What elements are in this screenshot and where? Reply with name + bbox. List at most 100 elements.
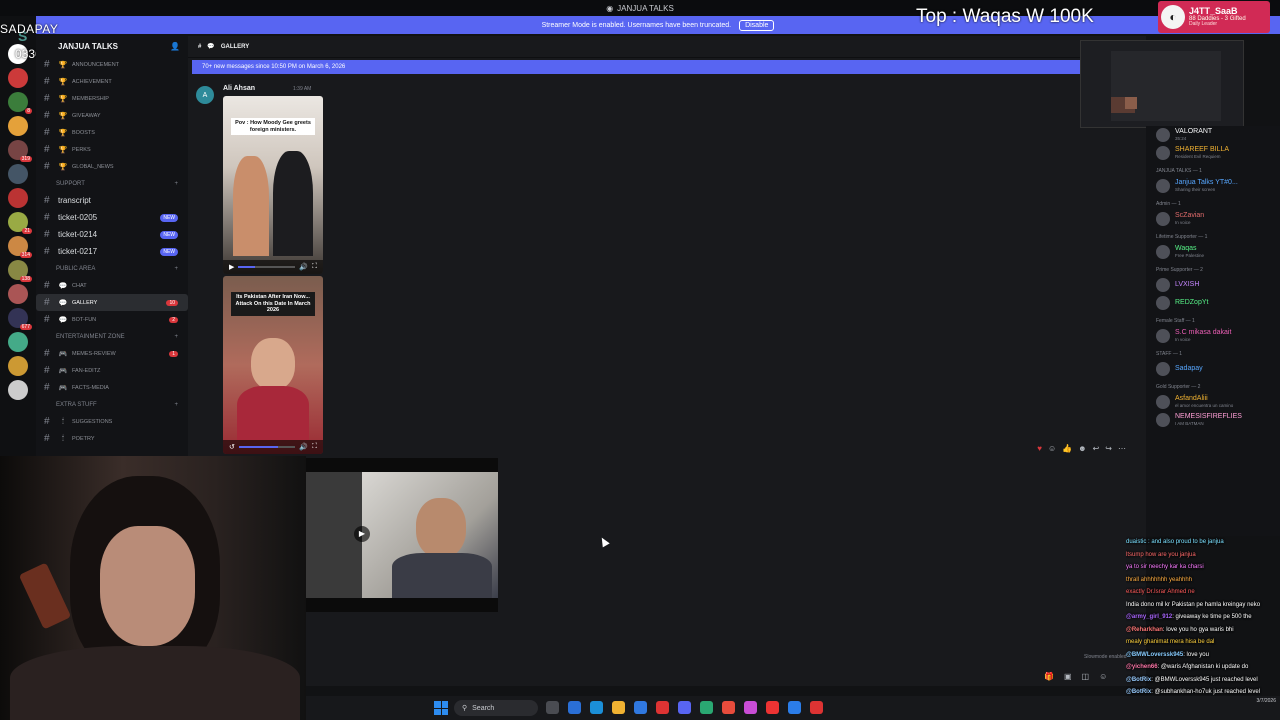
- channel-item[interactable]: # transcript: [36, 192, 188, 209]
- chrome-icon[interactable]: [766, 701, 779, 714]
- forward-icon[interactable]: ↪: [1105, 444, 1112, 453]
- discord-icon[interactable]: [678, 701, 691, 714]
- channel-item[interactable]: # 🎮 MEMES-REVIEW 1: [36, 345, 188, 362]
- member-item[interactable]: VALORANT 35:24: [1146, 126, 1280, 144]
- sticker-icon[interactable]: ◫: [1082, 672, 1090, 681]
- thumbs-up-icon[interactable]: 👍: [1062, 444, 1072, 453]
- app-icon[interactable]: [722, 701, 735, 714]
- channel-item[interactable]: # 🕯 SUGGESTIONS: [36, 413, 188, 430]
- member-item[interactable]: REDZopYt: [1146, 294, 1280, 312]
- screen-share-preview[interactable]: [1080, 40, 1244, 128]
- heart-reaction-icon[interactable]: ♥: [1037, 444, 1042, 453]
- add-channel-icon[interactable]: +: [174, 181, 178, 187]
- channel-category[interactable]: ENTERTAINMENT ZONE +: [36, 328, 188, 345]
- app-icon[interactable]: [744, 701, 757, 714]
- emoji-icon[interactable]: ☺: [1099, 672, 1107, 681]
- more-icon[interactable]: ⋯: [1118, 444, 1126, 453]
- member-item[interactable]: ScZavian In voice: [1146, 210, 1280, 228]
- channel-item[interactable]: # 🕯 POETRY: [36, 430, 188, 447]
- video-attachment[interactable]: Its Pakistan After Iran Now... Attack On…: [223, 276, 323, 454]
- new-messages-bar[interactable]: 70+ new messages since 10:50 PM on March…: [192, 60, 1082, 74]
- taskbar-search[interactable]: ⚲ Search: [454, 700, 538, 716]
- app-icon[interactable]: [700, 701, 713, 714]
- reply-icon[interactable]: ↩: [1093, 444, 1100, 453]
- member-item[interactable]: Sadapay: [1146, 360, 1280, 378]
- edge-icon[interactable]: [590, 701, 603, 714]
- channel-item[interactable]: # ticket-0217 NEW: [36, 243, 188, 260]
- video-progress[interactable]: [238, 266, 296, 268]
- disable-streamer-mode-button[interactable]: Disable: [739, 19, 775, 31]
- member-item[interactable]: S.C mikasa dakait In voice: [1146, 327, 1280, 345]
- app-icon[interactable]: [788, 701, 801, 714]
- channel-item[interactable]: # 🏆 BOOSTS: [36, 124, 188, 141]
- play-icon[interactable]: ▶: [229, 263, 234, 271]
- server-icon[interactable]: [8, 116, 28, 136]
- video-attachment[interactable]: ▶: [306, 458, 498, 612]
- server-icon[interactable]: 314: [8, 236, 32, 258]
- channel-item[interactable]: # 🎮 FACTS-MEDIA: [36, 379, 188, 396]
- video-progress[interactable]: [238, 446, 296, 448]
- channel-item[interactable]: # ticket-0214 NEW: [36, 226, 188, 243]
- video-attachment[interactable]: Pov : How Moody Gee greets foreign minis…: [223, 96, 323, 274]
- member-item[interactable]: Janjua Talks YT#0... Sharing their screen: [1146, 177, 1280, 195]
- message-author[interactable]: Ali Ahsan: [223, 85, 255, 92]
- channel-item[interactable]: # 🏆 MEMBERSHIP: [36, 90, 188, 107]
- video-controls[interactable]: ↺ 🔊 ⛶: [223, 440, 323, 454]
- server-icon[interactable]: [8, 284, 28, 304]
- server-icon[interactable]: 677: [8, 308, 32, 330]
- member-item[interactable]: LVXISH: [1146, 276, 1280, 294]
- add-member-icon[interactable]: 👤: [170, 42, 180, 51]
- server-icon[interactable]: [8, 380, 28, 400]
- app-icon[interactable]: [568, 701, 581, 714]
- app-icon[interactable]: [634, 701, 647, 714]
- app-icon[interactable]: [656, 701, 669, 714]
- app-icon[interactable]: [810, 701, 823, 714]
- server-icon[interactable]: [8, 356, 28, 376]
- file-explorer-icon[interactable]: [612, 701, 625, 714]
- member-item[interactable]: NEMESISFIREFLIES I AM BATMAN: [1146, 411, 1280, 429]
- channel-category[interactable]: EXTRA STUFF +: [36, 396, 188, 413]
- system-tray-date[interactable]: 3/7/2026: [1257, 698, 1276, 704]
- emoji-icon[interactable]: ☻: [1078, 444, 1086, 453]
- task-view-icon[interactable]: [546, 701, 559, 714]
- channel-item[interactable]: # 🎮 FAN-EDITZ: [36, 362, 188, 379]
- server-icon[interactable]: [8, 332, 28, 352]
- add-channel-icon[interactable]: +: [174, 266, 178, 272]
- server-icon[interactable]: 8: [8, 92, 32, 114]
- channel-item[interactable]: # 🏆 ACHIEVEMENT: [36, 73, 188, 90]
- gif-icon[interactable]: ▣: [1064, 672, 1072, 681]
- play-icon[interactable]: ▶: [354, 526, 370, 542]
- channel-item[interactable]: # 🏆 GIVEAWAY: [36, 107, 188, 124]
- server-icon[interactable]: [8, 188, 28, 208]
- video-controls[interactable]: ▶ 🔊 ⛶: [223, 260, 323, 274]
- guild-header[interactable]: JANJUA TALKS 👤: [36, 36, 188, 56]
- server-icon[interactable]: 138: [8, 260, 32, 282]
- gift-icon[interactable]: 🎁: [1044, 672, 1054, 681]
- member-item[interactable]: AsfandAliii el amor encuentra un camino: [1146, 393, 1280, 411]
- fullscreen-icon[interactable]: ⛶: [312, 263, 317, 271]
- member-item[interactable]: Waqas Free Palestine: [1146, 243, 1280, 261]
- replay-icon[interactable]: ↺: [229, 443, 235, 451]
- windows-start-icon[interactable]: [434, 701, 448, 715]
- add-reaction-icon[interactable]: ☺: [1048, 444, 1056, 453]
- channel-category[interactable]: PUBLIC AREA +: [36, 260, 188, 277]
- add-channel-icon[interactable]: +: [174, 334, 178, 340]
- avatar[interactable]: A: [196, 86, 214, 104]
- fullscreen-icon[interactable]: ⛶: [312, 443, 317, 451]
- add-channel-icon[interactable]: +: [174, 402, 178, 408]
- channel-item[interactable]: # 💬 CHAT: [36, 277, 188, 294]
- channel-item[interactable]: # 🏆 ANNOUNCEMENT: [36, 56, 188, 73]
- channel-item[interactable]: # 💬 BOT-FUN 2: [36, 311, 188, 328]
- server-icon[interactable]: [8, 68, 28, 88]
- server-icon[interactable]: 319: [8, 140, 32, 162]
- server-icon[interactable]: [8, 164, 28, 184]
- channel-item[interactable]: # 💬 GALLERY 10: [36, 294, 188, 311]
- member-item[interactable]: SHAREEF BILLA Resident Evil Requiem: [1146, 144, 1280, 162]
- volume-icon[interactable]: 🔊: [299, 443, 308, 451]
- channel-item[interactable]: # 🏆 PERKS: [36, 141, 188, 158]
- channel-item[interactable]: # 🏆 GLOBAL_NEWS: [36, 158, 188, 175]
- server-icon[interactable]: 21: [8, 212, 32, 234]
- channel-category[interactable]: SUPPORT +: [36, 175, 188, 192]
- volume-icon[interactable]: 🔊: [299, 263, 308, 271]
- channel-item[interactable]: # ticket-0205 NEW: [36, 209, 188, 226]
